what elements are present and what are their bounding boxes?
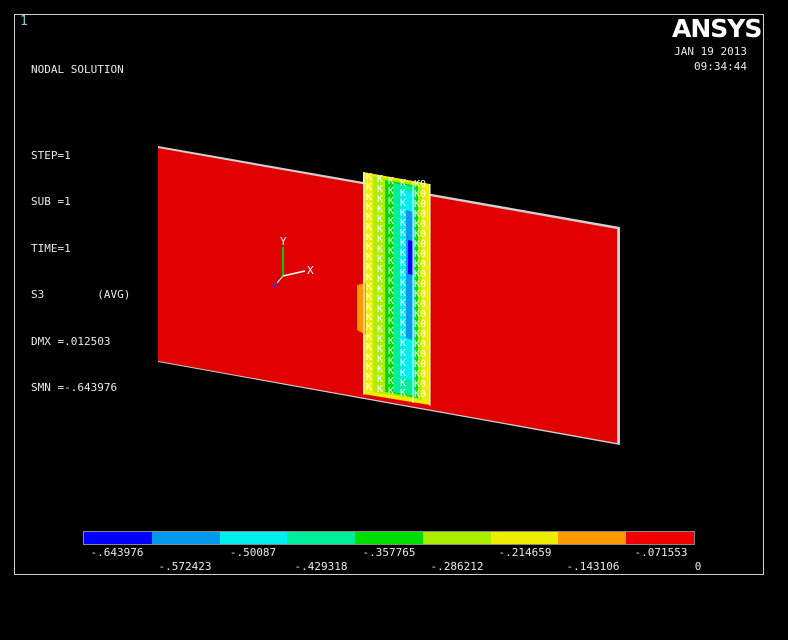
legend-label: -.286212 xyxy=(430,560,484,573)
legend-label: -.357765 xyxy=(362,546,416,559)
legend-label: -.50087 xyxy=(229,546,277,559)
band-lightblue xyxy=(406,210,413,340)
legend-swatch xyxy=(151,532,220,544)
legend-swatch xyxy=(490,532,559,544)
band-blue xyxy=(408,240,413,275)
contour-legend-bar xyxy=(83,531,695,545)
x-axis-label: X xyxy=(307,264,314,277)
legend-label: -.643976 xyxy=(90,546,144,559)
band-orange xyxy=(357,283,366,335)
legend-label: -.429318 xyxy=(294,560,348,573)
legend-label: 0 xyxy=(694,560,702,573)
legend-label: -.071553 xyxy=(634,546,688,559)
legend-swatch xyxy=(626,532,695,544)
node-label: K xyxy=(366,382,372,393)
y-axis-label: Y xyxy=(280,235,287,248)
node-label: K xyxy=(388,386,394,397)
legend-swatch xyxy=(287,532,356,544)
legend-swatch xyxy=(219,532,288,544)
node-label: K xyxy=(377,384,383,395)
node-label: K xyxy=(400,388,406,399)
legend-label: -.143106 xyxy=(566,560,620,573)
legend-swatch xyxy=(355,532,423,544)
legend-label: -.214659 xyxy=(498,546,552,559)
legend-label: -.572423 xyxy=(158,560,212,573)
node-label: K0 xyxy=(414,389,426,400)
legend-swatch xyxy=(422,532,491,544)
legend-swatch xyxy=(558,532,627,544)
legend-swatch xyxy=(84,532,152,544)
